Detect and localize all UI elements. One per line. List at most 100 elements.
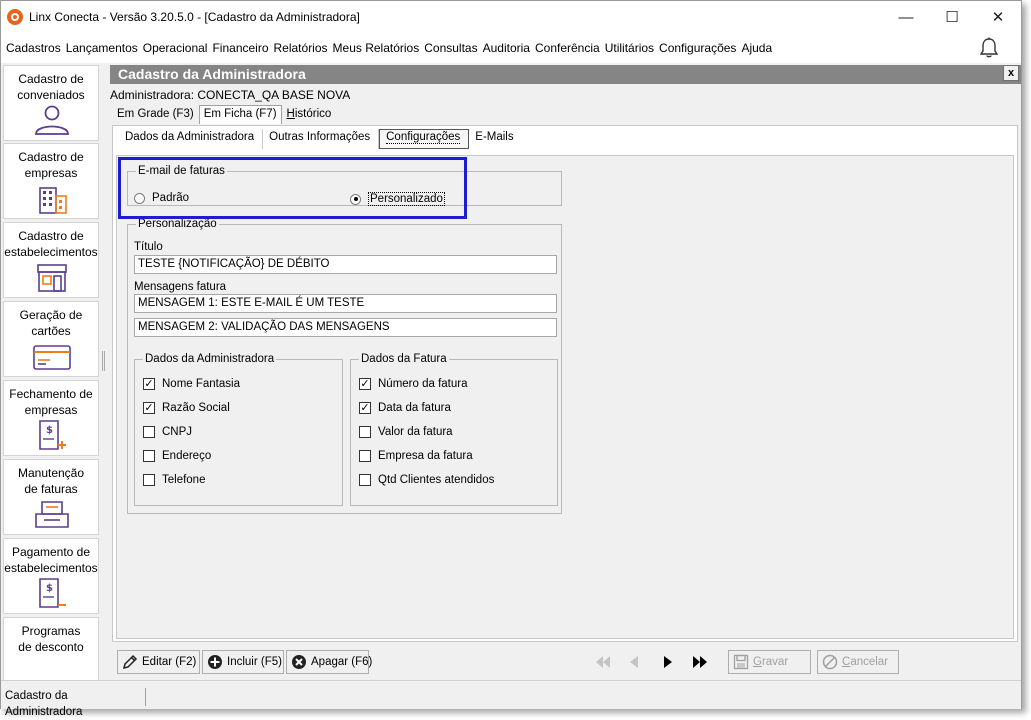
sidebar-item-geracao-cartoes[interactable]: Geração de cartões [3, 301, 99, 377]
chk-empresa-fatura[interactable]: Empresa da fatura [359, 450, 473, 462]
chk-endereco[interactable]: Endereço [143, 450, 211, 462]
add-button[interactable]: Incluir (F5) [202, 650, 284, 674]
sidebar-item-cadastro-empresas[interactable]: Cadastro de empresas [3, 143, 99, 219]
checkbox[interactable] [359, 426, 371, 438]
card-icon [33, 345, 71, 370]
cancel-circle-icon [822, 654, 838, 670]
chk-numero-fatura[interactable]: ✓ Número da fatura [359, 378, 468, 390]
cancel-button[interactable]: Cancelar [817, 650, 899, 674]
menu-bar: Cadastros Lançamentos Operacional Financ… [1, 33, 1021, 63]
form-title: Cadastro da Administradora [110, 65, 1021, 84]
pencil-icon [122, 654, 138, 670]
sidebar-item-manutencao-faturas[interactable]: Manutenção de faturas [3, 459, 99, 535]
user-icon [35, 105, 69, 135]
section-tabs: Dados da Administradora Outras Informaçõ… [119, 129, 522, 151]
chk-valor-fatura[interactable]: Valor da fatura [359, 426, 453, 438]
tab-dados-administradora[interactable]: Dados da Administradora [119, 129, 264, 149]
sidebar-item-pagamento-estabelecimentos[interactable]: Pagamento de estabelecimentos $ [3, 538, 99, 614]
first-record-icon[interactable] [594, 655, 612, 669]
configuracoes-panel: E-mail de faturas Padrão Personalizado P… [116, 155, 1014, 639]
chk-cnpj[interactable]: CNPJ [143, 426, 192, 438]
app-logo-icon [7, 9, 23, 25]
chk-telefone[interactable]: Telefone [143, 474, 205, 486]
highlight-box [118, 157, 467, 219]
menu-financeiro[interactable]: Financeiro [211, 41, 272, 55]
delete-button[interactable]: Apagar (F6) [286, 650, 372, 674]
menu-relatorios[interactable]: Relatórios [273, 41, 332, 55]
personalizacao-group: Personalização Título TESTE {NOTIFICAÇÃO… [127, 218, 562, 514]
tab-historico[interactable]: Histórico [282, 105, 337, 124]
view-tabs: Em Grade (F3) Em Ficha (F7) Histórico [112, 105, 336, 125]
menu-configuracoes[interactable]: Configurações [658, 41, 740, 55]
menu-consultas[interactable]: Consultas [423, 41, 481, 55]
sidebar-splitter-grip[interactable] [102, 351, 105, 371]
menu-meus-relatorios[interactable]: Meus Relatórios [332, 41, 424, 55]
tab-e-mails[interactable]: E-Mails [469, 129, 521, 149]
close-window-button[interactable]: ✕ [975, 1, 1021, 33]
chk-qtd-clientes[interactable]: Qtd Clientes atendidos [359, 474, 494, 486]
close-form-button[interactable]: x [1003, 65, 1019, 81]
title-bar: Linx Conecta - Versão 3.20.5.0 - [Cadast… [1, 1, 1021, 33]
store-icon [37, 264, 67, 292]
app-window: Linx Conecta - Versão 3.20.5.0 - [Cadast… [0, 0, 1022, 718]
menu-utilitarios[interactable]: Utilitários [604, 41, 658, 55]
bottom-toolbar: Editar (F2) Incluir (F5) Apagar (F6) G r… [110, 648, 1021, 676]
x-circle-icon [291, 654, 307, 670]
checkbox[interactable] [359, 450, 371, 462]
sidebar-item-programas-desconto[interactable]: Programas de desconto [3, 617, 99, 680]
checkbox[interactable]: ✓ [359, 402, 371, 414]
plus-circle-icon [207, 654, 223, 670]
mensagem-2-input[interactable]: MENSAGEM 2: VALIDAÇÃO DAS MENSAGENS [134, 318, 557, 337]
menu-auditoria[interactable]: Auditoria [482, 41, 534, 55]
minimize-button[interactable]: — [883, 1, 929, 33]
mensagens-label: Mensagens fatura [134, 281, 227, 293]
menu-cadastros[interactable]: Cadastros [5, 41, 65, 55]
building-icon [39, 187, 67, 214]
tab-em-grade[interactable]: Em Grade (F3) [112, 105, 199, 124]
status-bar: Cadastro da Administradora [1, 680, 1021, 718]
menu-conferencia[interactable]: Conferência [534, 41, 604, 55]
tray-icon [35, 501, 69, 528]
window-title: Linx Conecta - Versão 3.20.5.0 - [Cadast… [29, 10, 360, 24]
save-button[interactable]: Gravar [728, 650, 811, 674]
titulo-label: Título [134, 241, 163, 253]
sidebar-item-cadastro-conveniados[interactable]: Cadastro de conveniados [3, 65, 99, 141]
chk-nome-fantasia[interactable]: ✓ Nome Fantasia [143, 378, 240, 390]
menu-operacional[interactable]: Operacional [142, 41, 212, 55]
menu-lancamentos[interactable]: Lançamentos [65, 41, 142, 55]
save-disk-icon [733, 654, 749, 670]
sidebar: Cadastro de conveniados Cadastro de empr… [1, 63, 101, 680]
invoice-pay-icon: $ [39, 578, 66, 608]
status-text: Cadastro da Administradora [3, 688, 146, 718]
tab-configuracoes[interactable]: Configurações [379, 129, 470, 149]
sidebar-item-cadastro-estabelecimentos[interactable]: Cadastro de estabelecimentos [3, 222, 99, 298]
svg-text:$: $ [46, 425, 53, 436]
sidebar-item-fechamento-empresas[interactable]: Fechamento de empresas $ [3, 380, 99, 456]
dados-administradora-group: Dados da Administradora ✓ Nome Fantasia … [134, 353, 343, 506]
maximize-button[interactable]: ☐ [929, 1, 975, 33]
checkbox[interactable] [143, 450, 155, 462]
checkbox[interactable]: ✓ [143, 402, 155, 414]
dados-fatura-group: Dados da Fatura ✓ Número da fatura ✓ Dat… [350, 353, 558, 506]
checkbox[interactable]: ✓ [143, 378, 155, 390]
invoice-add-icon: $ [39, 420, 66, 450]
checkbox[interactable]: ✓ [359, 378, 371, 390]
administradora-label: Administradora: CONECTA_QA BASE NOVA [110, 88, 351, 102]
form-area: Cadastro da Administradora x Administrad… [110, 63, 1021, 680]
checkbox[interactable] [143, 426, 155, 438]
titulo-input[interactable]: TESTE {NOTIFICAÇÃO} DE DÉBITO [134, 255, 557, 274]
chk-razao-social[interactable]: ✓ Razão Social [143, 402, 230, 414]
chk-data-fatura[interactable]: ✓ Data da fatura [359, 402, 451, 414]
tab-em-ficha[interactable]: Em Ficha (F7) [198, 105, 282, 124]
tab-outras-informacoes[interactable]: Outras Informações [263, 129, 380, 149]
svg-text:$: $ [46, 583, 53, 594]
mensagem-1-input[interactable]: MENSAGEM 1: ESTE E-MAIL É UM TESTE [134, 294, 557, 313]
checkbox[interactable] [143, 474, 155, 486]
last-record-icon[interactable] [691, 655, 709, 669]
next-record-icon[interactable] [661, 655, 675, 669]
menu-ajuda[interactable]: Ajuda [740, 41, 776, 55]
bell-icon[interactable] [979, 37, 999, 59]
edit-button[interactable]: Editar (F2) [117, 650, 200, 674]
checkbox[interactable] [359, 474, 371, 486]
previous-record-icon[interactable] [627, 655, 641, 669]
